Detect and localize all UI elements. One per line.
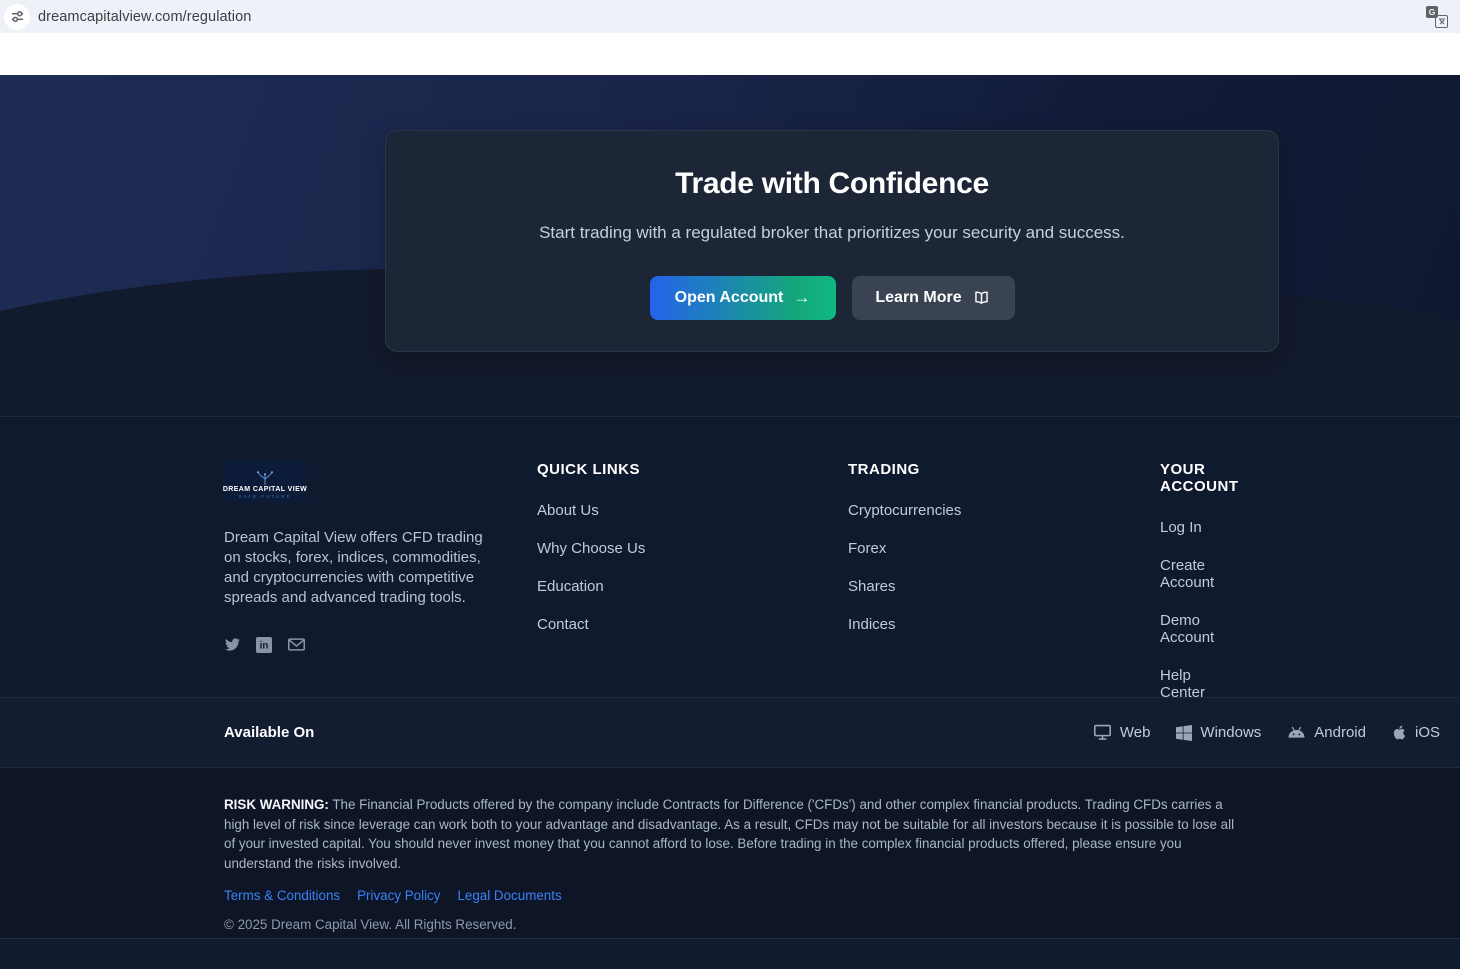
footer-link-create-account[interactable]: Create Account xyxy=(1160,557,1239,591)
footer-link-demo-account[interactable]: Demo Account xyxy=(1160,612,1239,646)
footer-link-cryptocurrencies[interactable]: Cryptocurrencies xyxy=(848,502,1160,519)
brand-logo[interactable]: DREAM CAPITAL VIEW SAFE FUTURE xyxy=(224,461,306,502)
logo-tree-icon xyxy=(252,471,278,486)
footer-link-log-in[interactable]: Log In xyxy=(1160,519,1239,536)
logo-tagline: SAFE FUTURE xyxy=(238,494,291,499)
android-icon xyxy=(1287,726,1306,739)
translate-icon[interactable]: G xyxy=(1426,6,1448,28)
footer-link-contact[interactable]: Contact xyxy=(537,616,848,633)
terms-and-conditions-link[interactable]: Terms & Conditions xyxy=(224,888,340,903)
linkedin-icon[interactable]: in xyxy=(256,636,273,653)
column-title: YOUR ACCOUNT xyxy=(1160,461,1239,495)
social-links: in xyxy=(224,636,537,653)
arrow-right-icon: → xyxy=(793,288,810,308)
platform-list: Web Windows Android xyxy=(1093,724,1440,741)
legal-links-row: Terms & Conditions Privacy Policy Legal … xyxy=(224,888,1236,903)
learn-more-label: Learn More xyxy=(875,289,961,307)
risk-warning-body: The Financial Products offered by the co… xyxy=(224,797,1234,871)
platform-windows[interactable]: Windows xyxy=(1176,724,1261,741)
cta-subtitle: Start trading with a regulated broker th… xyxy=(386,223,1278,243)
risk-warning-section: RISK WARNING: The Financial Products off… xyxy=(0,768,1460,938)
bottom-strip xyxy=(0,938,1460,969)
footer-link-about-us[interactable]: About Us xyxy=(537,502,848,519)
email-icon[interactable] xyxy=(288,636,305,653)
cta-button-row: Open Account → Learn More xyxy=(386,276,1278,320)
legal-documents-link[interactable]: Legal Documents xyxy=(457,888,561,903)
cta-card: Trade with Confidence Start trading with… xyxy=(385,130,1279,352)
monitor-icon xyxy=(1093,724,1112,741)
platform-label: Windows xyxy=(1200,724,1261,741)
open-account-label: Open Account xyxy=(675,289,784,307)
platform-ios[interactable]: iOS xyxy=(1392,724,1440,741)
hero-section: Trade with Confidence Start trading with… xyxy=(0,75,1460,417)
footer-link-why-choose-us[interactable]: Why Choose Us xyxy=(537,540,848,557)
column-title: TRADING xyxy=(848,461,1160,478)
brand-description: Dream Capital View offers CFD trading on… xyxy=(224,528,502,608)
twitter-icon[interactable] xyxy=(224,636,241,653)
tune-icon xyxy=(10,9,25,24)
page-top-whitespace xyxy=(0,33,1460,75)
platform-android[interactable]: Android xyxy=(1287,724,1366,741)
platform-web[interactable]: Web xyxy=(1093,724,1151,741)
open-account-button[interactable]: Open Account → xyxy=(650,276,836,320)
learn-more-button[interactable]: Learn More xyxy=(852,276,1015,320)
risk-warning-label: RISK WARNING: xyxy=(224,797,329,812)
column-title: QUICK LINKS xyxy=(537,461,848,478)
footer-link-shares[interactable]: Shares xyxy=(848,578,1160,595)
available-on-label: Available On xyxy=(224,724,314,741)
site-settings-button[interactable] xyxy=(4,4,30,30)
privacy-policy-link[interactable]: Privacy Policy xyxy=(357,888,440,903)
url-text[interactable]: dreamcapitalview.com/regulation xyxy=(38,9,251,25)
footer-column-quick-links: QUICK LINKS About Us Why Choose Us Educa… xyxy=(537,461,848,722)
platform-label: iOS xyxy=(1415,724,1440,741)
translate-front-square: G xyxy=(1426,6,1438,18)
windows-icon xyxy=(1176,725,1192,741)
footer-column-trading: TRADING Cryptocurrencies Forex Shares In… xyxy=(848,461,1160,722)
browser-url-bar: dreamcapitalview.com/regulation G xyxy=(0,0,1460,33)
platform-label: Android xyxy=(1314,724,1366,741)
footer-link-help-center[interactable]: Help Center xyxy=(1160,667,1239,701)
svg-text:in: in xyxy=(260,640,269,651)
risk-warning-text: RISK WARNING: The Financial Products off… xyxy=(224,795,1236,873)
footer-column-your-account: YOUR ACCOUNT Log In Create Account Demo … xyxy=(1160,461,1239,722)
book-open-icon xyxy=(972,289,991,308)
footer-brand-column: DREAM CAPITAL VIEW SAFE FUTURE Dream Cap… xyxy=(224,461,537,722)
copyright-text: © 2025 Dream Capital View. All Rights Re… xyxy=(224,917,1236,932)
cta-title: Trade with Confidence xyxy=(386,167,1278,201)
footer-link-indices[interactable]: Indices xyxy=(848,616,1160,633)
logo-wordmark: DREAM CAPITAL VIEW xyxy=(223,486,307,493)
footer-link-forex[interactable]: Forex xyxy=(848,540,1160,557)
footer: DREAM CAPITAL VIEW SAFE FUTURE Dream Cap… xyxy=(0,417,1460,697)
footer-link-education[interactable]: Education xyxy=(537,578,848,595)
apple-icon xyxy=(1392,724,1407,741)
platform-label: Web xyxy=(1120,724,1151,741)
